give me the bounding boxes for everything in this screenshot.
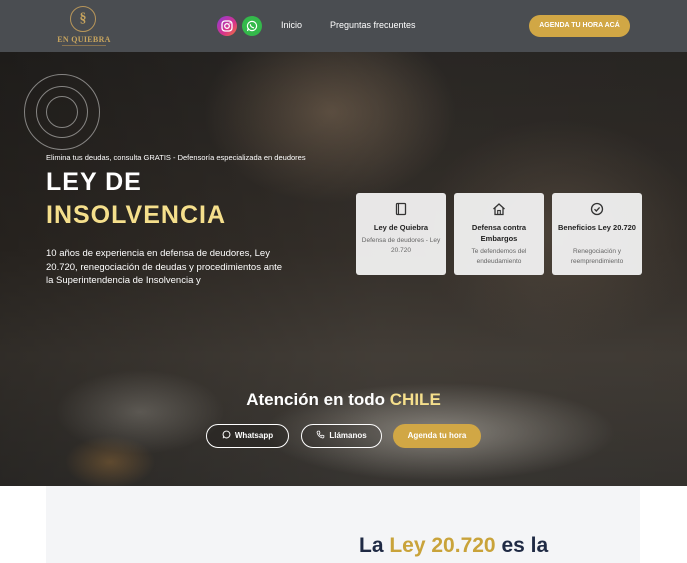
whatsapp-button-label: Whatsapp <box>234 431 274 440</box>
card-text: Te defendemos del endeudamiento <box>471 248 527 265</box>
card-title: Ley de Quiebra <box>373 223 429 232</box>
service-card-beneficios[interactable]: Beneficios Ley 20.720 Renegociación y re… <box>552 193 642 275</box>
whatsapp-icon <box>222 430 231 439</box>
coverage-headline: Atención en todo CHILE <box>0 390 687 410</box>
service-card-embargos[interactable]: Defensa contra Embargos Te defendemos de… <box>454 193 544 275</box>
phone-icon <box>316 430 325 439</box>
card-title: Beneficios Ley 20.720 <box>558 223 636 232</box>
card-text: Renegociación y reemprendimiento <box>570 248 624 265</box>
heading-suffix: es la <box>501 534 549 557</box>
whatsapp-icon[interactable] <box>242 16 262 36</box>
whatsapp-button[interactable]: Whatsapp <box>206 424 289 448</box>
heading-prefix: La <box>359 534 384 557</box>
logo[interactable]: § EN QUIEBRA <box>56 4 112 48</box>
coverage-prefix: Atención en todo <box>246 390 386 409</box>
hero-kicker: Elimina tus deudas, consulta GRATIS - De… <box>46 153 306 162</box>
decorative-ring <box>46 96 78 128</box>
card-text: Defensa de deudores - Ley 20.720 <box>361 237 441 254</box>
agenda-button[interactable]: Agenda tu hora <box>393 424 481 448</box>
logo-divider <box>62 45 106 46</box>
logo-mark: § <box>79 11 87 26</box>
page: { "header": { "logo_text": "EN QUIEBRA",… <box>0 0 687 563</box>
call-button-label: Llámanos <box>329 431 367 440</box>
service-card-quiebra[interactable]: Ley de Quiebra Defensa de deudores - Ley… <box>356 193 446 275</box>
coverage-highlight: CHILE <box>389 390 441 409</box>
heading-highlight: Ley 20.720 <box>389 534 496 557</box>
hero-description: 10 años de experiencia en defensa de deu… <box>46 248 283 286</box>
home-icon <box>493 203 505 216</box>
book-appointment-button[interactable]: AGENDA TU HORA ACÁ <box>529 15 630 37</box>
nav-faq[interactable]: Preguntas frecuentes <box>330 20 416 30</box>
law-section-heading: La Ley 20.720 es la <box>359 534 548 558</box>
hero-title-line1: LEY DE <box>46 168 142 196</box>
call-button[interactable]: Llámanos <box>301 424 382 448</box>
instagram-icon[interactable] <box>217 16 237 36</box>
book-icon <box>395 202 407 216</box>
hero-title-line2: INSOLVENCIA <box>46 201 226 229</box>
logo-text: EN QUIEBRA <box>57 35 111 44</box>
site-header: § EN QUIEBRA Inicio Preguntas frecuentes… <box>0 0 687 52</box>
nav-home[interactable]: Inicio <box>281 20 302 30</box>
card-title: Defensa contra Embargos <box>471 223 527 243</box>
law-section-panel <box>46 486 640 563</box>
check-circle-icon <box>590 202 604 216</box>
hero-section: Elimina tus deudas, consulta GRATIS - De… <box>0 52 687 486</box>
